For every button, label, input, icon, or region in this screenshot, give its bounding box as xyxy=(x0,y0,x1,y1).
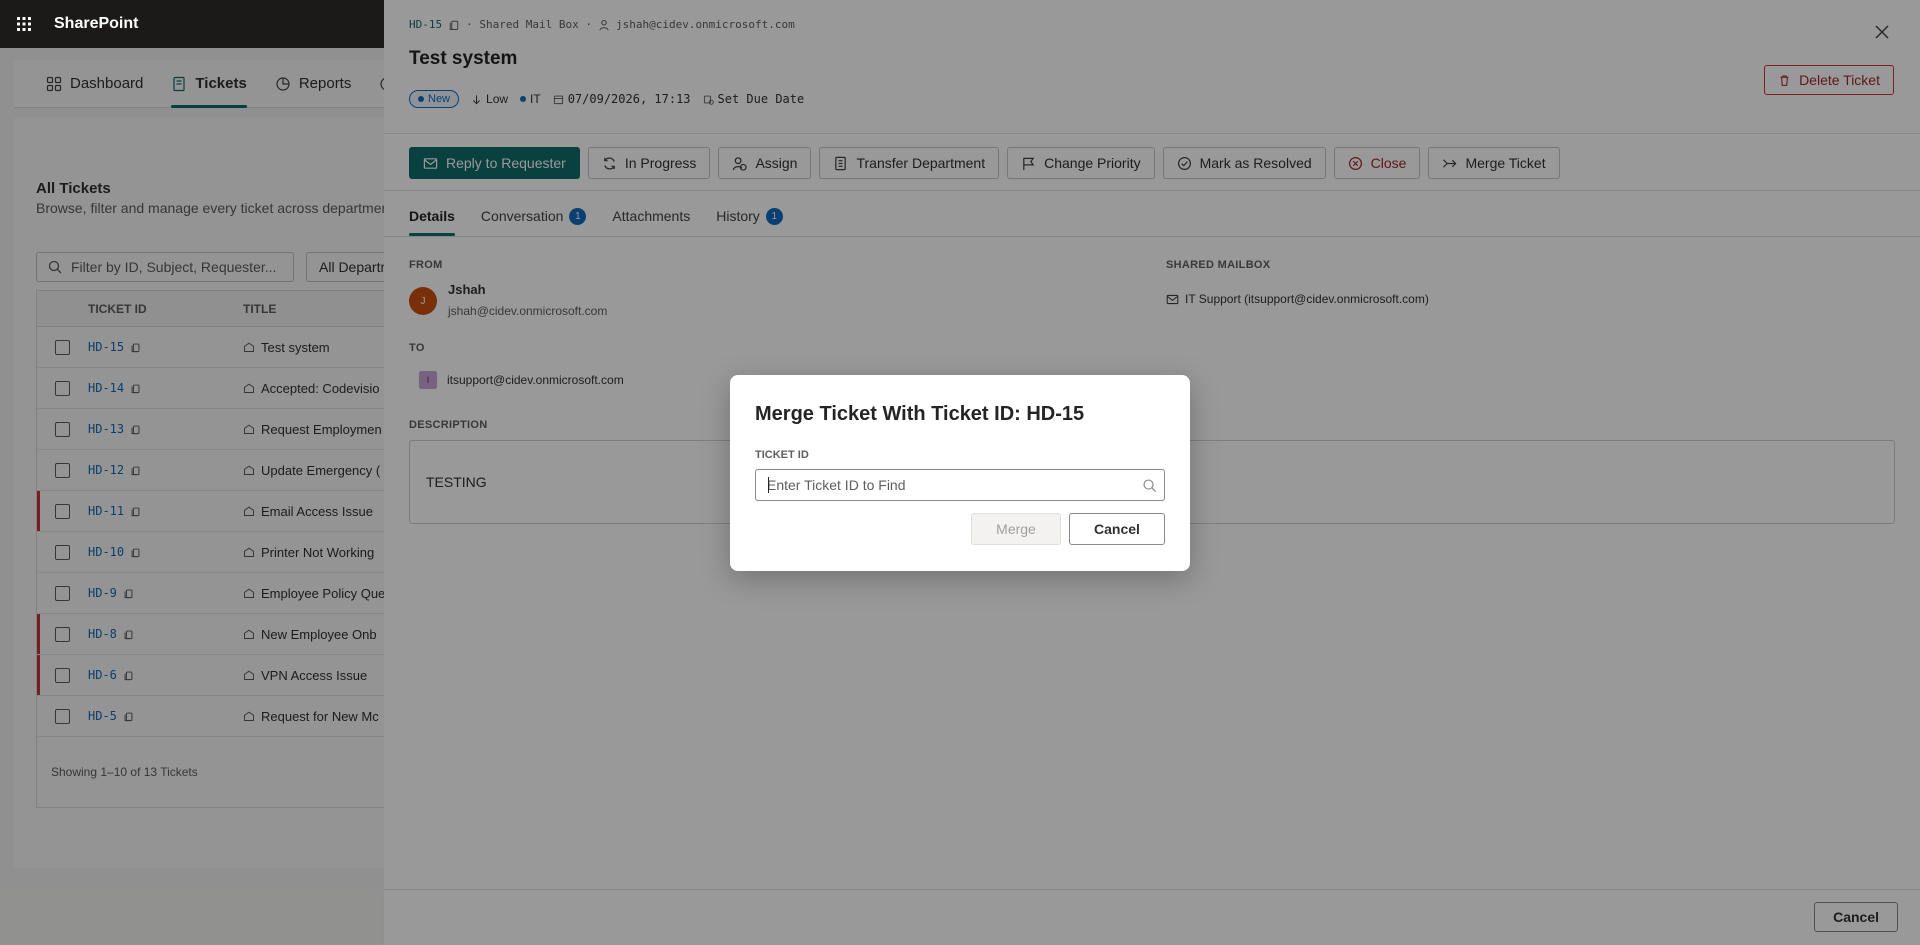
merge-ticket-dialog: Merge Ticket With Ticket ID: HD-15 TICKE… xyxy=(730,375,1190,571)
ticket-id-input[interactable] xyxy=(756,470,1134,500)
background-overlay xyxy=(0,48,384,945)
dialog-title: Merge Ticket With Ticket ID: HD-15 xyxy=(755,403,1085,425)
cancel-button[interactable]: Cancel xyxy=(1069,513,1165,545)
brand-name[interactable]: SharePoint xyxy=(54,15,138,33)
merge-button[interactable]: Merge xyxy=(971,513,1061,545)
search-icon[interactable] xyxy=(1134,478,1164,493)
ticket-id-label: TICKET ID xyxy=(755,449,809,461)
app-launcher-icon[interactable] xyxy=(0,0,48,48)
text-caret xyxy=(768,477,769,493)
ticket-id-field xyxy=(755,469,1165,501)
